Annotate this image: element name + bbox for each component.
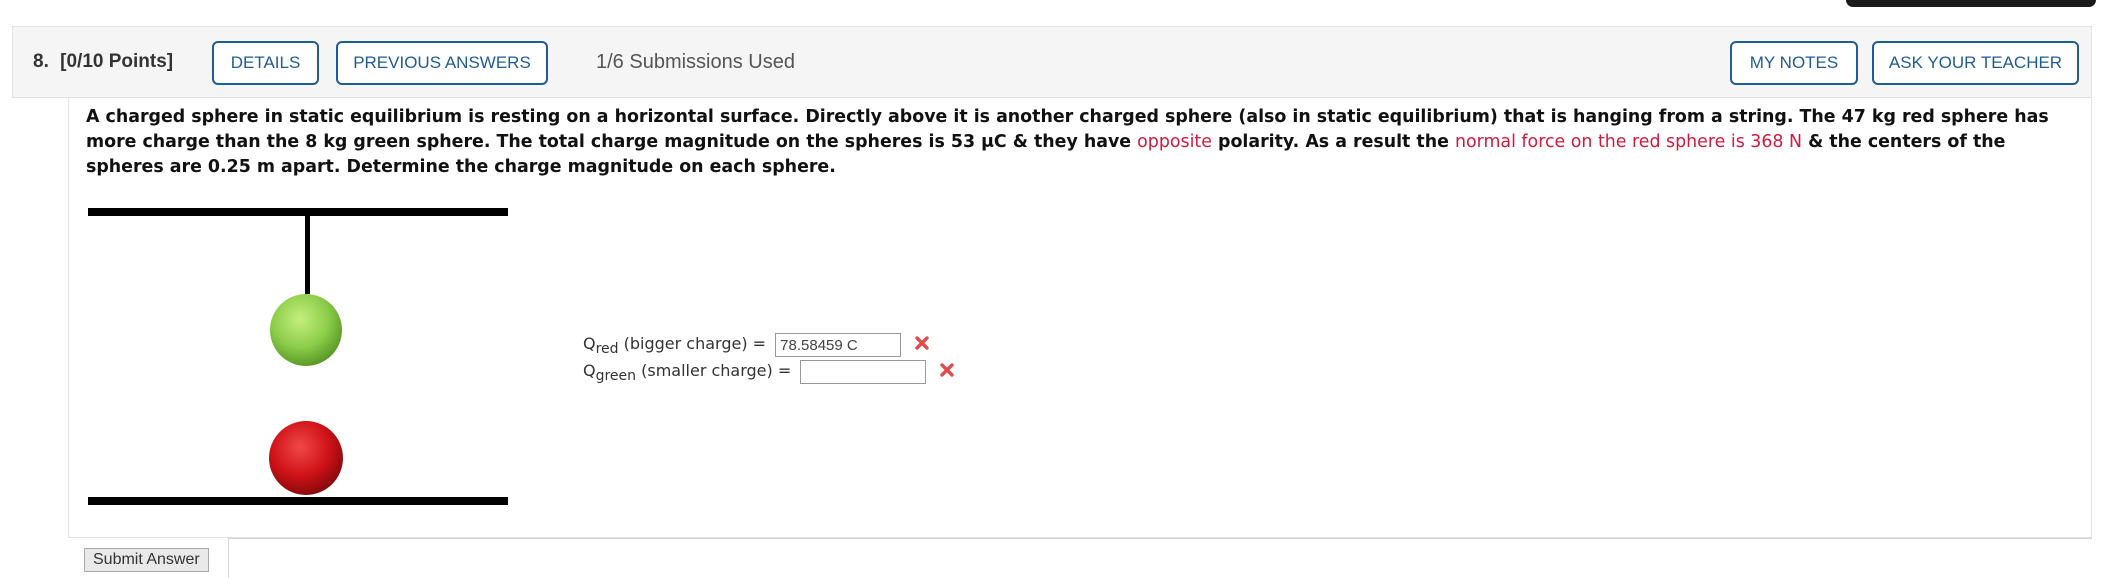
- answer-row-red: Qred (bigger charge) =: [583, 333, 955, 360]
- ceiling-bar: [88, 208, 508, 216]
- points-label: [0/10 Points]: [60, 51, 174, 72]
- answer-area: Qred (bigger charge) = Qgreen (smaller c…: [583, 333, 955, 387]
- highlight-normal-force: normal force on the red sphere is 368 N: [1454, 132, 1803, 152]
- ask-your-teacher-button[interactable]: ASK YOUR TEACHER: [1872, 41, 2079, 85]
- previous-answers-button[interactable]: PREVIOUS ANSWERS: [336, 41, 548, 85]
- my-notes-button[interactable]: MY NOTES: [1730, 41, 1858, 85]
- submissions-used: 1/6 Submissions Used: [596, 51, 795, 73]
- details-button[interactable]: DETAILS: [212, 41, 319, 85]
- highlight-opposite: opposite: [1137, 132, 1212, 152]
- q-green-input[interactable]: [800, 360, 927, 384]
- floor-bar: [88, 497, 508, 505]
- bottom-panel: [228, 538, 2092, 578]
- x-mark-icon: [914, 335, 930, 355]
- answer-row-green: Qgreen (smaller charge) =: [583, 360, 955, 387]
- q-green-label: Qgreen (smaller charge) =: [583, 360, 792, 384]
- q-red-label: Qred (bigger charge) =: [583, 333, 767, 357]
- red-sphere: [269, 421, 343, 495]
- question-text-part-2: polarity. As a result the: [1211, 132, 1455, 152]
- submit-answer-button[interactable]: Submit Answer: [84, 548, 209, 572]
- q-red-input[interactable]: [775, 333, 902, 357]
- question-number-points: 8. [0/10 Points]: [33, 51, 173, 73]
- green-sphere: [270, 294, 342, 366]
- top-dark-tab: [1846, 0, 2096, 7]
- x-mark-icon: [939, 362, 955, 382]
- spheres-diagram: [88, 208, 508, 505]
- string: [305, 216, 310, 294]
- question-text: A charged sphere in static equilibrium i…: [86, 105, 2076, 180]
- question-number: 8.: [33, 51, 49, 72]
- question-header: 8. [0/10 Points] DETAILS PREVIOUS ANSWER…: [12, 26, 2092, 98]
